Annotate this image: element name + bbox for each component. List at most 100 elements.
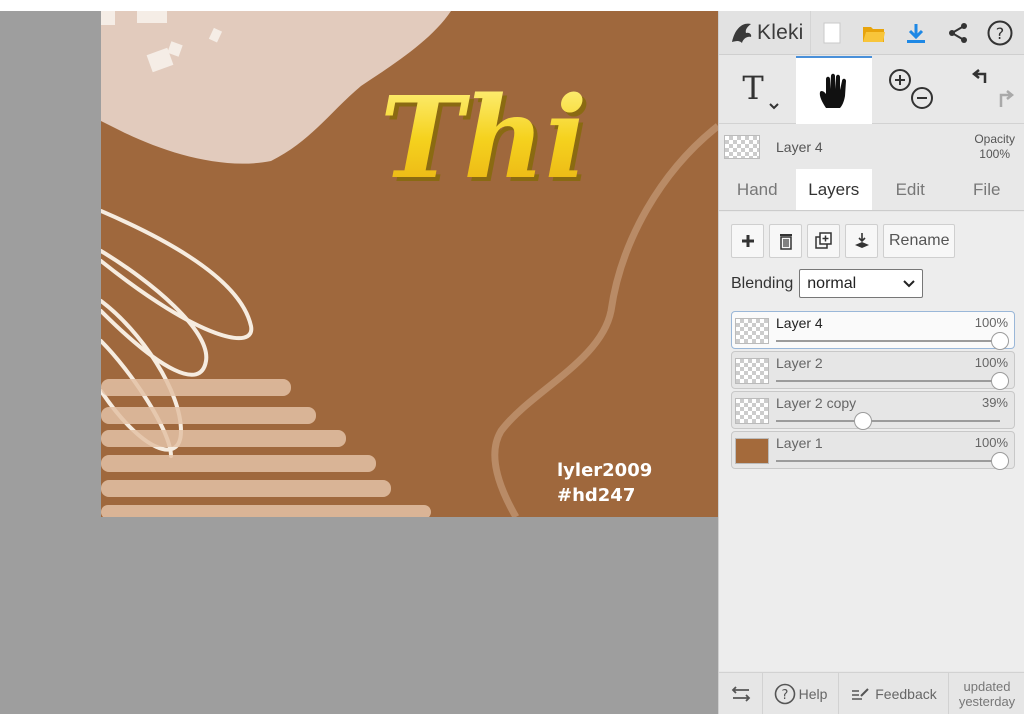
swap-side-button[interactable] [719, 673, 763, 714]
layer-thumbnail [735, 398, 769, 424]
tool-selector: T [719, 56, 1024, 124]
current-layer-thumbnail [724, 135, 760, 159]
canvas-credit-line1: lyler2009 [557, 460, 652, 481]
layer-opacity: 100% [974, 355, 1008, 370]
opacity-slider[interactable] [776, 372, 1009, 390]
opacity-slider-handle[interactable] [991, 372, 1009, 390]
feedback-pencil-icon [852, 687, 869, 700]
layer-thumbnail [735, 438, 769, 464]
help-circle-icon: ? [774, 683, 795, 704]
layer-name: Layer 2 [776, 355, 823, 371]
help-link[interactable]: ? Help [763, 673, 839, 714]
share-button[interactable] [937, 11, 979, 55]
bottom-bar: ? Help Feedback updated yesterday [719, 672, 1024, 714]
panel-tabs: Hand Layers Edit File [719, 169, 1024, 211]
tab-layers[interactable]: Layers [795, 169, 872, 210]
layer-opacity: 100% [974, 435, 1008, 450]
hand-tool-button[interactable] [795, 56, 872, 124]
help-circle-icon: ? [987, 20, 1013, 45]
tab-edit[interactable]: Edit [872, 169, 949, 210]
download-icon [907, 23, 925, 43]
layer-name: Layer 2 copy [776, 395, 857, 411]
blending-select[interactable]: normal [799, 269, 924, 298]
opacity-value: 100% [979, 147, 1010, 161]
help-label: Help [798, 685, 828, 702]
opacity-slider[interactable] [776, 452, 1009, 470]
drawing-canvas[interactable]: Thi Thi lyler2009 #hd247 [101, 11, 718, 517]
opacity-slider-handle[interactable] [854, 412, 873, 430]
layer-thumbnail [735, 358, 769, 384]
svg-text:?: ? [996, 24, 1005, 43]
layer-item[interactable]: Layer 1 100% [731, 431, 1015, 470]
layer-name: Layer 1 [776, 435, 823, 451]
blending-row: Blending normal [731, 269, 924, 298]
blending-value: normal [807, 274, 857, 292]
current-layer-opacity: Opacity 100% [974, 132, 1015, 162]
opacity-slider-handle[interactable] [991, 452, 1009, 470]
canvas-artwork: Thi Thi lyler2009 #hd247 [101, 11, 718, 517]
layer-item[interactable]: Layer 2 copy 39% [731, 391, 1015, 430]
app-name: Kleki [757, 20, 804, 44]
text-tool-button[interactable]: T [719, 56, 796, 124]
trash-icon [779, 234, 792, 250]
svg-text:?: ? [781, 688, 788, 703]
layer-actions: Rename [731, 224, 956, 258]
undo-redo-icon [971, 69, 1014, 107]
kleki-logo-icon [732, 23, 752, 43]
updated-time: yesterday [958, 693, 1016, 709]
new-image-button[interactable] [811, 11, 853, 55]
layer-list: Layer 4 100% Layer 2 100% Layer 2 copy 3… [731, 311, 1015, 471]
zoom-icon [889, 69, 934, 109]
hand-tool-icon [819, 73, 846, 108]
merge-down-icon [854, 233, 869, 248]
svg-text:T: T [743, 69, 765, 107]
zoom-tool-button[interactable] [872, 56, 949, 124]
share-icon [949, 22, 967, 43]
text-tool-icon: T [743, 69, 779, 110]
open-folder-icon [863, 26, 885, 42]
changelog-link[interactable]: updated yesterday [949, 673, 1024, 714]
layer-thumbnail [735, 318, 769, 344]
help-button[interactable]: ? [979, 11, 1021, 55]
download-button[interactable] [895, 11, 937, 55]
confetti-shape [137, 11, 167, 23]
layer-opacity: 100% [974, 315, 1008, 330]
canvas-credit-line2: #hd247 [557, 485, 635, 506]
chevron-down-icon [903, 279, 915, 287]
tab-hand[interactable]: Hand [719, 169, 796, 210]
tab-file[interactable]: File [949, 169, 1024, 210]
add-layer-button[interactable] [731, 224, 764, 258]
delete-layer-button[interactable] [769, 224, 802, 258]
feedback-label: Feedback [875, 685, 937, 702]
rename-layer-button[interactable]: Rename [883, 224, 956, 258]
feedback-link[interactable]: Feedback [839, 673, 949, 714]
confetti-shape [101, 11, 115, 25]
workspace[interactable]: Thi Thi lyler2009 #hd247 [0, 11, 718, 714]
duplicate-layer-button[interactable] [807, 224, 840, 258]
merge-down-button[interactable] [845, 224, 878, 258]
blending-label: Blending [731, 274, 794, 292]
opacity-label: Opacity [974, 132, 1015, 146]
current-layer-info: Layer 4 Opacity 100% [719, 125, 1024, 169]
open-button[interactable] [853, 11, 895, 55]
layer-item[interactable]: Layer 4 100% [731, 311, 1015, 350]
opacity-slider-handle[interactable] [991, 332, 1009, 350]
opacity-slider[interactable] [776, 332, 1009, 350]
layers-panel: Rename Blending normal Layer 4 100% Laye… [719, 212, 1024, 671]
layer-opacity: 39% [981, 395, 1008, 410]
layer-name: Layer 4 [776, 315, 823, 331]
duplicate-icon [814, 232, 832, 249]
plus-icon [741, 235, 754, 247]
current-layer-name: Layer 4 [776, 139, 823, 155]
canvas-title: Thi [380, 73, 587, 204]
undo-redo-button[interactable] [949, 56, 1024, 124]
right-panel: Kleki ? T Layer 4 Opacity 100% Hand Laye… [718, 10, 1024, 714]
kleki-brand[interactable]: Kleki [719, 10, 811, 55]
opacity-slider[interactable] [776, 412, 1000, 430]
updated-label: updated [963, 678, 1011, 694]
layer-item[interactable]: Layer 2 100% [731, 351, 1015, 390]
top-toolbar: Kleki ? [719, 10, 1024, 55]
new-image-icon [823, 22, 841, 43]
swap-arrows-icon [731, 685, 750, 702]
top-edge [0, 0, 1024, 11]
